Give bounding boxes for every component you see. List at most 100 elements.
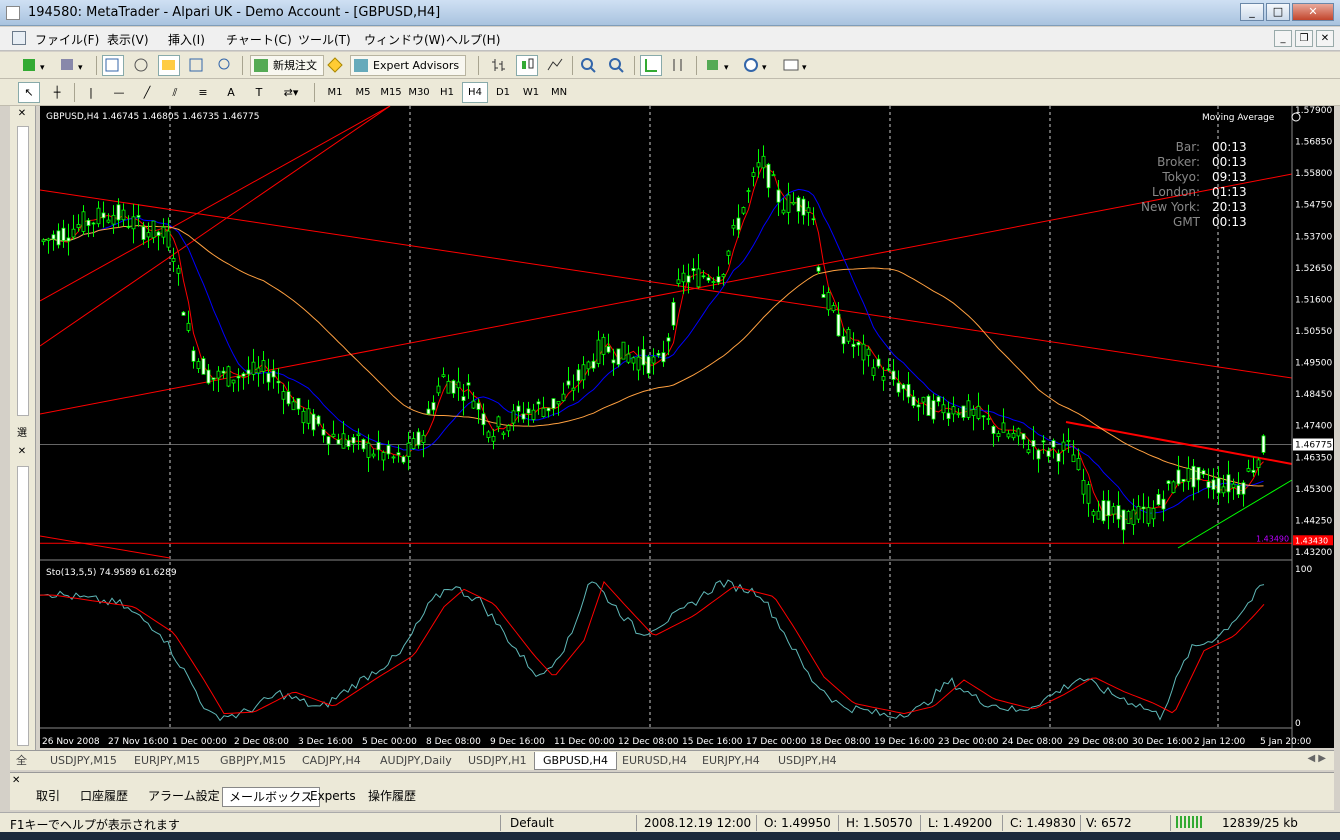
chart-tab[interactable]: AUDJPY,Daily: [380, 752, 452, 770]
periods-button[interactable]: ▾: [740, 55, 774, 76]
chart-tab[interactable]: EURJPY,M15: [134, 752, 200, 770]
timeframe-d1[interactable]: D1: [490, 82, 516, 103]
bar-chart-icon[interactable]: [488, 55, 510, 76]
new-order-button[interactable]: 新規注文: [250, 55, 324, 76]
candle-body: [401, 456, 406, 463]
chart-tab[interactable]: USDJPY,H1: [468, 752, 527, 770]
chart-tab-active[interactable]: GBPUSD,H4: [534, 752, 617, 770]
candle-body: [146, 232, 151, 238]
mdi-close-button[interactable]: ✕: [1316, 30, 1334, 47]
chart-window[interactable]: 1.57900 1.56850 1.55800 1.54750 1.53700 1.526…: [39, 105, 1334, 748]
text-label-icon[interactable]: T: [248, 82, 270, 103]
navigator-scrollbar[interactable]: [17, 466, 29, 746]
candle-body: [866, 348, 871, 356]
candle-body: [41, 239, 46, 243]
expert-advisors-label: Expert Advisors: [373, 59, 460, 72]
auto-scroll-icon[interactable]: [640, 55, 662, 76]
metaeditor-icon[interactable]: [324, 55, 346, 76]
crosshair-icon[interactable]: ┼: [46, 82, 68, 103]
chart-tab[interactable]: CADJPY,H4: [302, 752, 361, 770]
timeframe-m30[interactable]: M30: [406, 82, 432, 103]
new-chart-button[interactable]: ▾: [18, 55, 52, 76]
chart-tab[interactable]: GBPJPY,M15: [220, 752, 286, 770]
minimize-button[interactable]: _: [1240, 3, 1264, 21]
zoom-in-icon[interactable]: [578, 55, 600, 76]
terminal-tab-experts[interactable]: Experts: [310, 787, 356, 807]
maximize-button[interactable]: □: [1266, 3, 1290, 21]
chart-shift-icon[interactable]: [668, 55, 690, 76]
status-profile[interactable]: Default: [510, 816, 554, 830]
candle-body: [831, 305, 836, 312]
profiles-button[interactable]: ▾: [56, 55, 90, 76]
tab-scroll-arrows[interactable]: ◀ ▶: [1307, 753, 1326, 764]
menu-chart[interactable]: チャート(C): [226, 31, 292, 48]
menu-file[interactable]: ファイル(F): [35, 31, 99, 48]
panel-close-icon[interactable]: ✕: [14, 108, 30, 122]
terminal-close-icon[interactable]: ✕: [12, 775, 20, 786]
svg-text:▾: ▾: [802, 63, 807, 73]
price-tick: 1.55800: [1295, 169, 1332, 179]
expert-advisors-button[interactable]: Expert Advisors: [350, 55, 467, 76]
candle-body: [276, 380, 281, 384]
candle-body: [116, 204, 121, 221]
terminal-tab-mailbox[interactable]: メールボックス: [222, 787, 320, 807]
market-watch-icon[interactable]: [102, 55, 124, 76]
data-window-icon[interactable]: [186, 55, 208, 76]
candle-body: [671, 302, 676, 326]
trendline-icon[interactable]: ╱: [136, 82, 158, 103]
panel-tab-icon[interactable]: 選: [14, 424, 30, 439]
vertical-line-icon[interactable]: |: [80, 82, 102, 103]
window-title: 194580: MetaTrader - Alpari UK - Demo Ac…: [28, 5, 441, 20]
templates-button[interactable]: ▾: [780, 55, 814, 76]
arrows-icon[interactable]: ⇄▾: [276, 82, 306, 103]
terminal-tab-journal[interactable]: 操作履歴: [368, 787, 416, 807]
strategy-tester-icon[interactable]: [214, 55, 236, 76]
document-icon[interactable]: [12, 31, 26, 45]
indicators-button[interactable]: ▾: [702, 55, 736, 76]
candle-body: [1106, 500, 1111, 517]
candle-body: [246, 369, 251, 375]
timeframe-mn[interactable]: MN: [546, 82, 572, 103]
text-icon[interactable]: A: [220, 82, 242, 103]
fibonacci-icon[interactable]: ≡: [192, 82, 214, 103]
mdi-minimize-button[interactable]: _: [1274, 30, 1292, 47]
timeframe-m5[interactable]: M5: [350, 82, 376, 103]
candlestick-icon[interactable]: [516, 55, 538, 76]
menu-view[interactable]: 表示(V): [107, 31, 149, 48]
candle-body: [1081, 479, 1086, 495]
timeframe-w1[interactable]: W1: [518, 82, 544, 103]
chart-tab[interactable]: EURJPY,H4: [702, 752, 760, 770]
navigator-icon[interactable]: [130, 55, 152, 76]
candle-body: [736, 217, 741, 231]
cursor-icon[interactable]: ↖: [18, 82, 40, 103]
timeframe-h4[interactable]: H4: [462, 82, 488, 103]
line-chart-icon[interactable]: [544, 55, 566, 76]
mdi-restore-button[interactable]: ❐: [1295, 30, 1313, 47]
menu-window[interactable]: ウィンドウ(W): [364, 31, 445, 48]
terminal-tab-alerts[interactable]: アラーム設定: [148, 787, 220, 807]
chart-tab[interactable]: USDJPY,M15: [50, 752, 117, 770]
candle-body: [61, 227, 66, 242]
candle-body: [626, 353, 631, 363]
equidistant-channel-icon[interactable]: ⫽: [164, 82, 186, 103]
menu-insert[interactable]: 挿入(I): [168, 31, 205, 48]
navigator-close-icon[interactable]: ✕: [14, 446, 30, 460]
horizontal-line-icon[interactable]: —: [108, 82, 130, 103]
close-button[interactable]: ✕: [1292, 3, 1334, 21]
chart-tab[interactable]: EURUSD,H4: [622, 752, 687, 770]
terminal-tab-history[interactable]: 口座履歴: [80, 787, 128, 807]
timeframe-m15[interactable]: M15: [378, 82, 404, 103]
market-watch-scrollbar[interactable]: [17, 126, 29, 416]
timeframe-m1[interactable]: M1: [322, 82, 348, 103]
menu-tools[interactable]: ツール(T): [298, 31, 351, 48]
price-chart[interactable]: 1.57900 1.56850 1.55800 1.54750 1.53700 1.526…: [39, 105, 1334, 748]
terminal-tab-trade[interactable]: 取引: [36, 787, 60, 807]
terminal-icon[interactable]: [158, 55, 180, 76]
menu-help[interactable]: ヘルプ(H): [446, 31, 500, 48]
price-tick: 1.48450: [1295, 390, 1332, 400]
candle-body: [541, 407, 546, 418]
chart-tab[interactable]: USDJPY,H4: [778, 752, 837, 770]
candle-body: [316, 415, 321, 425]
zoom-out-icon[interactable]: [606, 55, 628, 76]
timeframe-h1[interactable]: H1: [434, 82, 460, 103]
